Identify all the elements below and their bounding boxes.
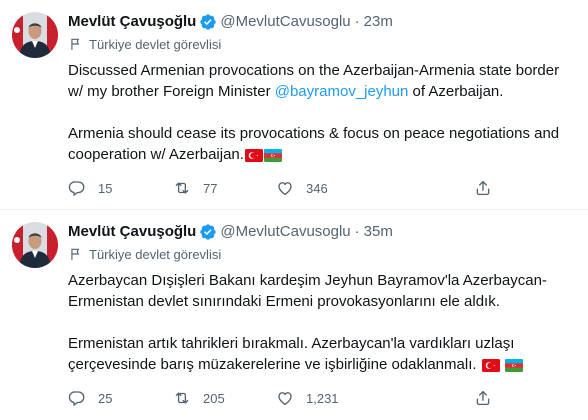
author-handle[interactable]: @MevlutCavusoglu	[220, 12, 350, 32]
flag-outline-icon	[69, 37, 83, 51]
share-icon	[474, 389, 492, 407]
separator-dot: ·	[354, 223, 360, 240]
reply-button[interactable]: 15	[68, 179, 112, 197]
share-button[interactable]	[474, 389, 492, 407]
turkey-flag-icon	[482, 359, 500, 372]
heart-icon	[276, 389, 294, 407]
tweet-actions: 15 77 346	[68, 176, 508, 200]
tweet-text-line: Discussed Armenian provocations on the A…	[68, 62, 560, 79]
tweet-text-line: Ermenistan artık tahrikleri bırakmalı. A…	[68, 335, 515, 352]
tweet-header: Mevlüt Çavuşoğlu @MevlutCavusoglu · 23m	[68, 12, 572, 32]
retweet-count: 77	[203, 180, 218, 196]
tweet-text-line: Azerbaycan Dışişleri Bakanı kardeşim Jey…	[68, 272, 547, 289]
tweet-text: Discussed Armenian provocations on the A…	[68, 60, 578, 165]
mention-link[interactable]: @bayramov_jeyhun	[275, 83, 409, 100]
avatar[interactable]	[12, 222, 58, 268]
tweet[interactable]: Mevlüt Çavuşoğlu @MevlutCavusoglu · 35m …	[0, 210, 588, 420]
tweet-text-line: Ermenistan devlet sınırındaki Ermeni pro…	[68, 293, 500, 310]
share-icon	[474, 179, 492, 197]
tweet[interactable]: Mevlüt Çavuşoğlu @MevlutCavusoglu · 23m …	[0, 0, 588, 210]
retweet-button[interactable]: 205	[173, 389, 225, 407]
reply-icon	[68, 389, 86, 407]
tweet-text-line: çerçevesinde barış müzakerelerine ve işb…	[68, 354, 578, 375]
share-button[interactable]	[474, 179, 492, 197]
reply-icon	[68, 179, 86, 197]
government-label: Türkiye devlet görevlisi	[68, 244, 572, 264]
government-label-text: Türkiye devlet görevlisi	[89, 246, 222, 262]
tweet-text-line: cooperation w/ Azerbaijan.	[68, 144, 578, 165]
azerbaijan-flag-icon	[264, 149, 282, 162]
turkey-flag-icon	[245, 149, 263, 162]
heart-icon	[276, 179, 294, 197]
tweet-text-segment: of Azerbaijan.	[408, 83, 504, 100]
avatar[interactable]	[12, 12, 58, 58]
tweet-timestamp[interactable]: 23m	[364, 12, 393, 32]
timeline: Mevlüt Çavuşoğlu @MevlutCavusoglu · 23m …	[0, 0, 588, 420]
like-count: 1,231	[306, 390, 339, 406]
tweet-text-segment: cooperation w/ Azerbaijan.	[68, 146, 244, 163]
separator-dot: ·	[354, 13, 360, 30]
retweet-button[interactable]: 77	[173, 179, 217, 197]
tweet-text: Azerbaycan Dışişleri Bakanı kardeşim Jey…	[68, 270, 578, 375]
tweet-actions: 25 205 1,231	[68, 386, 508, 410]
retweet-icon	[173, 389, 191, 407]
like-button[interactable]: 346	[276, 179, 328, 197]
government-label: Türkiye devlet görevlisi	[68, 34, 572, 54]
tweet-header: Mevlüt Çavuşoğlu @MevlutCavusoglu · 35m	[68, 222, 572, 242]
flag-outline-icon	[69, 247, 83, 261]
author-name[interactable]: Mevlüt Çavuşoğlu	[68, 12, 196, 32]
tweet-timestamp[interactable]: 35m	[364, 222, 393, 242]
retweet-count: 205	[203, 390, 225, 406]
like-count: 346	[306, 180, 328, 196]
reply-count: 25	[98, 390, 113, 406]
author-name[interactable]: Mevlüt Çavuşoğlu	[68, 222, 196, 242]
tweet-text-segment: w/ my brother Foreign Minister	[68, 83, 275, 100]
verified-badge-icon	[199, 13, 217, 31]
tweet-text-segment: çerçevesinde barış müzakerelerine ve işb…	[68, 356, 477, 373]
tweet-text-line: Armenia should cease its provocations & …	[68, 125, 560, 142]
like-button[interactable]: 1,231	[276, 389, 339, 407]
government-label-text: Türkiye devlet görevlisi	[89, 36, 222, 52]
verified-badge-icon	[199, 223, 217, 241]
tweet-text-line: w/ my brother Foreign Minister @bayramov…	[68, 81, 578, 102]
azerbaijan-flag-icon	[505, 359, 523, 372]
reply-button[interactable]: 25	[68, 389, 112, 407]
reply-count: 15	[98, 180, 113, 196]
author-handle[interactable]: @MevlutCavusoglu	[220, 222, 350, 242]
retweet-icon	[173, 179, 191, 197]
